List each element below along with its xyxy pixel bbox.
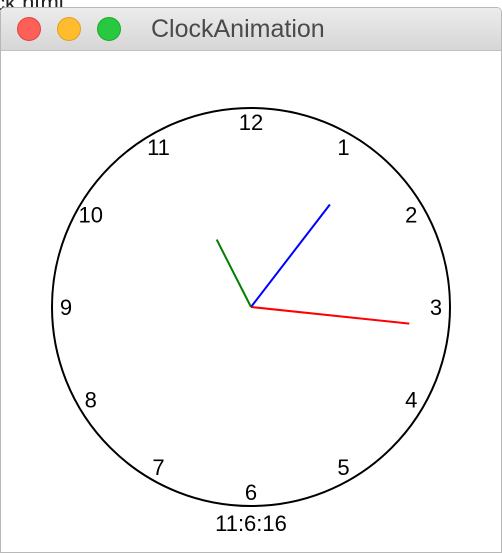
maximize-button[interactable]	[97, 17, 121, 41]
analog-clock: 121234567891011	[51, 107, 451, 507]
clock-number-10: 10	[79, 203, 103, 228]
clock-number-12: 12	[239, 110, 263, 135]
close-button[interactable]	[17, 17, 41, 41]
clock-number-8: 8	[85, 388, 97, 413]
minimize-button[interactable]	[57, 17, 81, 41]
clock-number-6: 6	[245, 480, 257, 505]
clock-window: ClockAnimation 12 1 2 3 4 5 6 7 8 9 10 11 11:6:16	[0, 7, 502, 553]
clock-number-11: 11	[147, 135, 170, 160]
clock-number-7: 7	[152, 455, 164, 480]
clock-number-3: 3	[430, 295, 442, 320]
clock-number-1: 1	[337, 135, 349, 160]
clock-number-4: 4	[405, 388, 417, 413]
clock-pane: 12 1 2 3 4 5 6 7 8 9 10 11 11:6:16	[1, 51, 501, 552]
digital-time: 11:6:16	[215, 511, 287, 536]
window-title: ClockAnimation	[151, 15, 325, 43]
clock-number-5: 5	[337, 455, 349, 480]
clock-number-2: 2	[405, 203, 417, 228]
clock-number-9: 9	[60, 295, 72, 320]
title-bar[interactable]: ClockAnimation	[1, 8, 501, 51]
